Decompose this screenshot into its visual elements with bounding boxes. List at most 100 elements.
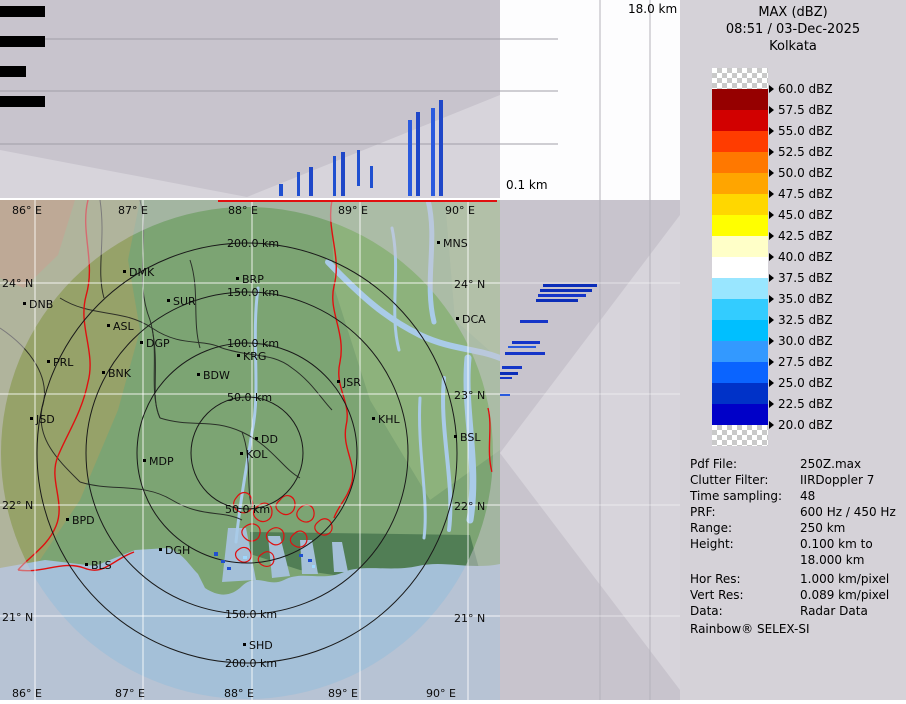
scale-tick-icon — [769, 358, 774, 366]
radar-map: 50.0 km50.0 km100.0 km150.0 km150.0 km20… — [0, 200, 500, 700]
station-label: DMK — [129, 266, 155, 279]
station-dot — [66, 518, 69, 521]
site-name: Kolkata — [680, 39, 906, 54]
info-row: Time sampling:48 — [690, 488, 902, 504]
station-dot — [454, 435, 457, 438]
product-title: MAX (dBZ) — [680, 5, 906, 20]
color-scale-label: 40.0 dBZ — [769, 249, 833, 265]
echo-row — [543, 284, 597, 287]
color-scale-block — [712, 131, 768, 152]
color-scale-block — [712, 383, 768, 404]
station-dot — [143, 459, 146, 462]
station-label: BSL — [460, 431, 481, 444]
scale-tick-icon — [769, 127, 774, 135]
color-scale-label: 22.5 dBZ — [769, 396, 833, 412]
info-row: PRF:600 Hz / 450 Hz — [690, 504, 902, 520]
station-label: JSR — [342, 376, 361, 389]
latitude-label: 21° N — [454, 612, 485, 625]
echo-column — [416, 112, 420, 196]
color-scale-label: 42.5 dBZ — [769, 228, 833, 244]
latitude-label: 24° N — [2, 277, 33, 290]
scale-tick-icon — [769, 106, 774, 114]
height-axis-plot: 18.0 km 0.1 km — [500, 0, 680, 200]
longitude-label: 88° E — [228, 204, 258, 217]
station-label: KHL — [378, 413, 400, 426]
scale-tick-icon — [769, 148, 774, 156]
color-scale-label: 35.0 dBZ — [769, 291, 833, 307]
range-ring-label: 50.0 km — [225, 503, 270, 516]
scale-tick-icon — [769, 379, 774, 387]
station-dot — [240, 452, 243, 455]
ns-cross-section-plot — [500, 200, 680, 700]
echo-column — [333, 156, 336, 196]
latitude-label: 24° N — [454, 278, 485, 291]
height-axis-area: 18.0 km 0.1 km — [500, 0, 680, 200]
station-label: BDW — [203, 369, 230, 382]
station-label: DGP — [146, 337, 170, 350]
color-scale-block — [712, 341, 768, 362]
product-info: Pdf File:250Z.maxClutter Filter:IIRDoppl… — [690, 456, 902, 619]
echo-column — [431, 108, 435, 196]
station-label: KOL — [246, 448, 268, 461]
echo-column — [297, 172, 300, 196]
ns-cross-section-panel — [500, 200, 680, 700]
scale-tick-icon — [769, 85, 774, 93]
station-label: PRL — [53, 356, 74, 369]
color-scale-block — [712, 110, 768, 131]
station-label: DCA — [462, 313, 486, 326]
info-field-value: 1.000 km/pixel — [800, 571, 889, 587]
station-label: SHD — [249, 639, 273, 652]
scale-tick-icon — [769, 337, 774, 345]
station-dot — [159, 548, 162, 551]
color-scale-label: 25.0 dBZ — [769, 375, 833, 391]
color-scale-block — [712, 257, 768, 278]
longitude-label: 89° E — [338, 204, 368, 217]
latitude-label: 22° N — [454, 500, 485, 513]
echo-row — [508, 346, 536, 348]
color-scale-label: 50.0 dBZ — [769, 165, 833, 181]
height-min-label: 0.1 km — [506, 178, 548, 192]
scale-tick-icon — [769, 232, 774, 240]
station-label: DD — [261, 433, 278, 446]
echo-row — [536, 299, 578, 302]
color-scale-label: 30.0 dBZ — [769, 333, 833, 349]
range-ring-label: 200.0 km — [227, 237, 279, 250]
scale-tick-icon — [769, 274, 774, 282]
longitude-label: 86° E — [12, 204, 42, 217]
station-dot — [123, 270, 126, 273]
legend-panel: MAX (dBZ) 08:51 / 03-Dec-2025 Kolkata 60… — [680, 0, 906, 700]
color-scale-label: 27.5 dBZ — [769, 354, 833, 370]
longitude-label: 87° E — [118, 204, 148, 217]
range-ring-label: 200.0 km — [225, 657, 277, 670]
scale-tick-icon — [769, 190, 774, 198]
latitude-label: 23° N — [454, 389, 485, 402]
scale-tick-icon — [769, 169, 774, 177]
longitude-label: 88° E — [224, 687, 254, 700]
info-row: Hor Res:1.000 km/pixel — [690, 571, 902, 587]
station-dot — [437, 241, 440, 244]
station-label: BPD — [72, 514, 95, 527]
color-scale-block — [712, 362, 768, 383]
station-dot — [337, 380, 340, 383]
station-dot — [107, 324, 110, 327]
info-field-label: Time sampling: — [690, 488, 800, 504]
scale-tick-icon — [769, 253, 774, 261]
echo-row — [538, 294, 586, 297]
color-scale-block — [712, 425, 768, 446]
color-scale-label: 32.5 dBZ — [769, 312, 833, 328]
echo-row — [500, 377, 512, 379]
scale-tick-icon — [769, 295, 774, 303]
echo-column — [357, 150, 360, 186]
color-scale-block — [712, 299, 768, 320]
longitude-label: 87° E — [115, 687, 145, 700]
longitude-label: 90° E — [445, 204, 475, 217]
station-dot — [456, 317, 459, 320]
info-field-label: Data: — [690, 603, 800, 619]
color-scale-label: 47.5 dBZ — [769, 186, 833, 202]
station-label: MNS — [443, 237, 468, 250]
station-dot — [197, 373, 200, 376]
color-scale-block — [712, 89, 768, 110]
station-dot — [23, 302, 26, 305]
color-scale-label: 52.5 dBZ — [769, 144, 833, 160]
info-field-label: Clutter Filter: — [690, 472, 800, 488]
